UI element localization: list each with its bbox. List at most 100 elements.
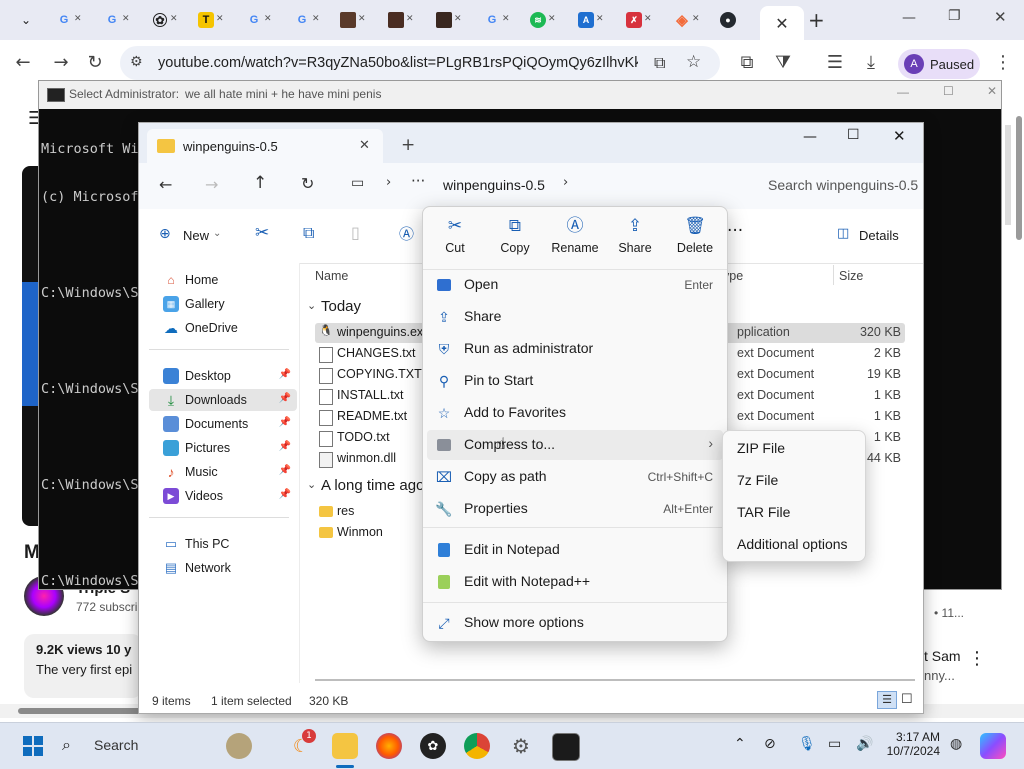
close-icon[interactable]: ✕ <box>216 15 224 24</box>
tab-google-2[interactable]: G ✕ <box>92 6 132 34</box>
close-icon[interactable]: ✕ <box>264 15 272 24</box>
pin-icon[interactable]: 📌 <box>279 441 291 452</box>
pin-icon[interactable]: 📌 <box>279 465 291 476</box>
menu-item-compress[interactable]: Compress to... › <box>427 430 723 460</box>
microphone-icon[interactable]: 🎙 <box>798 736 816 752</box>
minimize-button[interactable]: — <box>902 10 916 26</box>
forward-arrow-icon[interactable]: → <box>50 52 72 74</box>
tab-thumb-1[interactable]: ✕ <box>328 6 368 34</box>
cut-button[interactable]: ✂ Cut <box>425 215 485 265</box>
paste-icon[interactable]: ▯ <box>351 223 360 242</box>
tab-search-icon[interactable]: ⧉ <box>736 52 758 74</box>
submenu-item-7z[interactable]: 7z File <box>737 472 778 488</box>
tab-active[interactable]: ✕ <box>760 6 804 40</box>
group-header-long-ago[interactable]: A long time ago <box>321 477 424 494</box>
close-window-button[interactable]: ✕ <box>994 8 1007 26</box>
tab-google-5[interactable]: G ✕ <box>472 6 512 34</box>
menu-item-run-as-admin[interactable]: ⛨ Run as administrator <box>427 334 723 364</box>
submenu-item-additional[interactable]: Additional options <box>737 536 848 552</box>
menu-item-open[interactable]: Open Enter <box>427 270 723 300</box>
share-button[interactable]: ⇪ Share <box>605 215 665 265</box>
tab-thumb-2[interactable]: ✕ <box>376 6 416 34</box>
chevron-up-icon[interactable]: ⌃ <box>734 736 746 752</box>
close-icon[interactable]: ✕ <box>596 15 604 24</box>
bookmark-star-icon[interactable]: ☆ <box>686 52 701 72</box>
widget-icon[interactable] <box>226 733 252 759</box>
close-icon[interactable]: ✕ <box>122 15 130 24</box>
tab-search-icon[interactable]: ⌄ <box>6 6 46 34</box>
search-icon[interactable]: ⌕ <box>62 735 71 755</box>
search-input[interactable]: Search winpenguins-0.5 <box>768 177 918 193</box>
tab-openai[interactable]: ✿ ✕ <box>140 6 180 34</box>
more-options-icon[interactable]: ··· <box>727 221 743 241</box>
download-icon[interactable]: ⤓ <box>860 52 882 74</box>
tab-google-3[interactable]: G ✕ <box>234 6 274 34</box>
chevron-down-icon[interactable]: ⌄ <box>307 299 316 312</box>
restore-button[interactable]: ❐ <box>948 8 961 24</box>
close-icon[interactable]: ✕ <box>548 15 556 24</box>
profile-paused-chip[interactable]: A Paused <box>898 49 980 79</box>
close-window-button[interactable]: ✕ <box>893 127 906 145</box>
media-icon[interactable]: ☰ <box>824 52 846 74</box>
rename-icon[interactable]: Ⓐ <box>399 223 414 244</box>
menu-item-edit-with-notepadpp[interactable]: Edit with Notepad++ <box>427 567 723 597</box>
sidebar-item-gallery[interactable]: ▦ Gallery <box>149 293 297 315</box>
close-icon[interactable]: ✕ <box>775 14 788 33</box>
menu-kebab-icon[interactable]: ⋮ <box>992 52 1014 74</box>
close-icon[interactable]: ✕ <box>74 15 82 24</box>
close-icon[interactable]: ✕ <box>359 138 370 153</box>
tab-thumb-3[interactable]: ✕ <box>424 6 464 34</box>
url-text[interactable]: youtube.com/watch?v=R3qyZNa50bo&list=PLg… <box>158 55 638 71</box>
taskbar-search-label[interactable]: Search <box>94 737 138 753</box>
breadcrumb[interactable]: winpenguins-0.5 <box>443 177 545 193</box>
start-button[interactable] <box>20 733 46 759</box>
pin-icon[interactable]: 📌 <box>279 417 291 428</box>
menu-item-show-more-options[interactable]: ⤢ Show more options <box>427 608 723 638</box>
recommended-title[interactable]: t Sam <box>924 648 961 664</box>
forward-arrow-icon[interactable]: → <box>205 175 218 194</box>
tab-tools[interactable]: ✗ ✕ <box>614 6 654 34</box>
menu-item-share[interactable]: ⇪ Share <box>427 302 723 332</box>
sidebar-item-home[interactable]: ⌂ Home <box>149 269 297 291</box>
menu-item-pin-to-start[interactable]: ⚲ Pin to Start <box>427 366 723 396</box>
copilot-icon[interactable] <box>980 733 1006 759</box>
close-icon[interactable]: ✕ <box>644 15 652 24</box>
search-box[interactable]: Search winpenguins-0.5 <box>751 169 921 201</box>
chrome-icon[interactable] <box>464 733 490 759</box>
maximize-button[interactable]: ☐ <box>847 127 860 143</box>
sidebar-item-network[interactable]: ▤ Network <box>149 557 297 579</box>
sidebar-item-pictures[interactable]: Pictures 📌 <box>149 437 297 459</box>
extensions-icon[interactable]: ⧩ <box>772 52 794 74</box>
tab-spotify[interactable]: ≋ ✕ <box>518 6 558 34</box>
column-divider[interactable] <box>833 265 834 285</box>
refresh-icon[interactable]: ↻ <box>301 174 314 193</box>
sidebar-item-music[interactable]: ♪ Music 📌 <box>149 461 297 483</box>
sidebar-item-desktop[interactable]: Desktop 📌 <box>149 365 297 387</box>
up-arrow-icon[interactable]: ↑ <box>253 173 267 193</box>
clock[interactable]: 3:17 AM 10/7/2024 <box>886 730 940 758</box>
close-icon[interactable]: ✕ <box>170 15 178 24</box>
close-icon[interactable]: ✕ <box>358 15 366 24</box>
close-icon[interactable]: ✕ <box>406 15 414 24</box>
minimize-button[interactable]: — <box>803 129 817 145</box>
chevron-right-icon[interactable]: › <box>563 175 568 190</box>
group-header-today[interactable]: Today <box>321 298 361 315</box>
sidebar-item-onedrive[interactable]: ☁ OneDrive <box>149 317 297 339</box>
pin-icon[interactable]: 📌 <box>279 369 291 380</box>
new-button[interactable]: New <box>183 228 209 243</box>
column-header-name[interactable]: Name <box>315 269 348 283</box>
copy-button[interactable]: ⧉ Copy <box>485 215 545 265</box>
page-scrollbar[interactable] <box>1016 116 1022 240</box>
maximize-button[interactable]: ☐ <box>943 84 954 98</box>
close-icon[interactable]: ✕ <box>454 15 462 24</box>
reload-icon[interactable]: ↻ <box>84 52 106 74</box>
focus-icon[interactable]: ◍ <box>950 736 962 752</box>
close-icon[interactable]: ✕ <box>692 15 700 24</box>
install-icon[interactable]: ⧉ <box>654 53 665 73</box>
details-button[interactable]: Details <box>859 228 899 243</box>
monitor-icon[interactable]: ▭ <box>351 175 364 191</box>
tab-git[interactable]: ◈ ✕ <box>662 6 702 34</box>
sidebar-item-downloads[interactable]: ⤓ Downloads 📌 <box>149 389 297 411</box>
horizontal-scrollbar[interactable] <box>315 679 915 681</box>
terminal-icon[interactable] <box>552 733 580 761</box>
